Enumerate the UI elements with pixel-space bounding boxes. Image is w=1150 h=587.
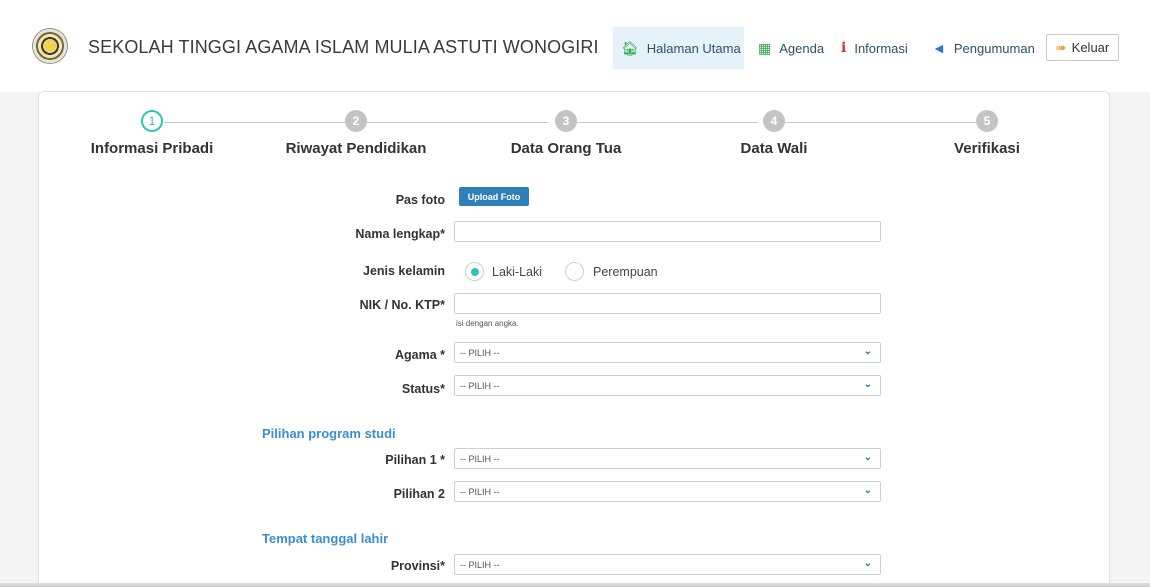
province-label: Provinsi*	[390, 559, 445, 573]
status-select[interactable]: -- PILIH -- ⌄	[454, 375, 881, 396]
wizard-step-2[interactable]: 2	[345, 110, 367, 132]
choice1-select-value: -- PILIH --	[460, 453, 500, 464]
wizard-step-5[interactable]: 5	[976, 110, 998, 132]
chevron-down-icon: ⌄	[863, 452, 872, 463]
wizard-step-label[interactable]: Informasi Pribadi	[91, 140, 214, 157]
upload-photo-button[interactable]: Upload Foto	[459, 187, 529, 206]
nik-help-text: isi dengan angka.	[456, 319, 519, 328]
wizard-connector	[785, 122, 976, 123]
photo-label: Pas foto	[395, 193, 445, 207]
choice2-select[interactable]: -- PILIH -- ⌄	[454, 481, 881, 502]
info-icon: i	[841, 40, 847, 56]
registration-card	[38, 91, 1110, 587]
religion-select[interactable]: -- PILIH -- ⌄	[454, 342, 881, 363]
choice2-select-value: -- PILIH --	[460, 486, 500, 497]
gender-male-radio[interactable]	[465, 262, 484, 281]
nav-home[interactable]: 🏠︎ Halaman Utama	[613, 27, 744, 69]
name-label: Nama lengkap*	[355, 227, 445, 241]
religion-label: Agama *	[394, 348, 445, 362]
chevron-down-icon: ⌄	[863, 346, 872, 357]
wizard-step-label[interactable]: Verifikasi	[954, 140, 1020, 157]
name-field[interactable]	[454, 221, 881, 242]
wizard-step-4[interactable]: 4	[763, 110, 785, 132]
chevron-down-icon: ⌄	[863, 485, 872, 496]
wizard-step-3[interactable]: 3	[555, 110, 577, 132]
status-select-value: -- PILIH --	[460, 380, 500, 391]
wizard-connector	[367, 122, 548, 123]
wizard-step-label[interactable]: Data Wali	[741, 140, 808, 157]
gender-male-label[interactable]: Laki-Laki	[492, 265, 542, 279]
choice1-select[interactable]: -- PILIH -- ⌄	[454, 448, 881, 469]
nav-informasi[interactable]: i Informasi	[833, 27, 915, 69]
choice2-label: Pilihan 2	[393, 487, 445, 501]
megaphone-icon: ◄	[932, 40, 946, 56]
program-section-title: Pilihan program studi	[262, 426, 396, 441]
calendar-icon: ▦	[758, 40, 772, 56]
logout-button[interactable]: ➠ Keluar	[1046, 34, 1119, 61]
sign-out-icon: ➠	[1055, 39, 1067, 55]
page-bottom-edge	[0, 583, 1150, 587]
province-select-value: -- PILIH --	[460, 559, 500, 570]
chevron-down-icon: ⌄	[863, 379, 872, 390]
wizard-step-label[interactable]: Riwayat Pendidikan	[286, 140, 427, 157]
logout-label: Keluar	[1071, 40, 1110, 55]
brand-title[interactable]: SEKOLAH TINGGI AGAMA ISLAM MULIA ASTUTI …	[88, 37, 599, 58]
nik-field[interactable]	[454, 293, 881, 314]
gender-label: Jenis kelamin	[363, 264, 445, 278]
nav-pengumuman-label: Pengumuman	[953, 40, 1035, 56]
gender-female-radio[interactable]	[565, 262, 584, 281]
province-select[interactable]: -- PILIH -- ⌄	[454, 554, 881, 575]
nav-agenda[interactable]: ▦ Agenda	[750, 27, 825, 69]
nav-informasi-label: Informasi	[854, 40, 908, 56]
nav-home-label: Halaman Utama	[646, 40, 741, 56]
wizard-step-label[interactable]: Data Orang Tua	[511, 140, 622, 157]
home-icon: 🏠︎	[621, 40, 639, 56]
gender-female-label[interactable]: Perempuan	[593, 265, 658, 279]
institution-seal-icon[interactable]	[33, 29, 67, 63]
chevron-down-icon: ⌄	[863, 558, 872, 569]
nik-label: NIK / No. KTP*	[359, 298, 445, 312]
religion-select-value: -- PILIH --	[460, 347, 500, 358]
birth-section-title: Tempat tanggal lahir	[262, 531, 389, 546]
nav-pengumuman[interactable]: ◄ Pengumuman	[924, 27, 1040, 69]
wizard-step-1[interactable]: 1	[141, 110, 163, 132]
status-label: Status*	[401, 382, 445, 396]
wizard-connector	[577, 122, 758, 123]
choice1-label: Pilihan 1 *	[385, 453, 445, 467]
wizard-connector	[164, 122, 345, 123]
nav-agenda-label: Agenda	[779, 40, 825, 56]
